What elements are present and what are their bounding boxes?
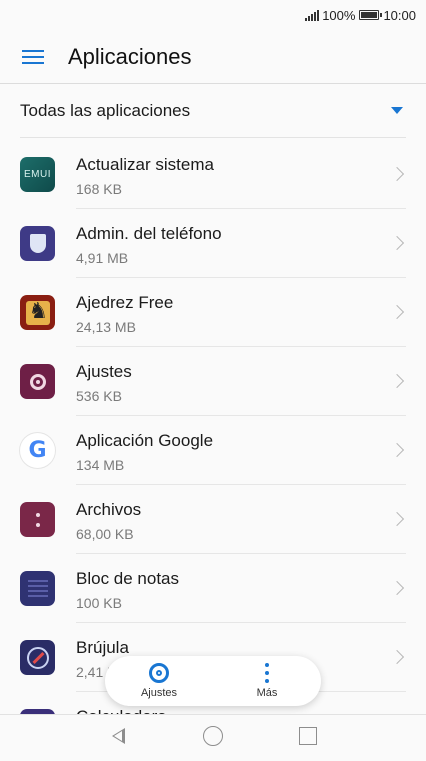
system-navigation-bar [0, 714, 426, 757]
filter-selected-label: Todas las aplicaciones [20, 100, 191, 120]
app-size: 100 KB [76, 595, 122, 611]
floating-action-menu: Ajustes Más [105, 656, 321, 706]
app-name: Admin. del teléfono [76, 224, 222, 243]
phone-manager-icon [20, 226, 55, 261]
battery-icon [359, 10, 383, 20]
app-size: 536 KB [76, 388, 122, 404]
app-size: 134 MB [76, 457, 125, 473]
app-row-ajedrez-free[interactable]: Ajedrez Free 24,13 MB [0, 278, 426, 347]
app-name: Aplicación Google [76, 431, 214, 450]
app-row-admin-telefono[interactable]: Admin. del teléfono 4,91 MB [0, 209, 426, 278]
dropdown-arrow-icon [391, 107, 403, 114]
battery-percent: 100% [322, 7, 356, 23]
app-row-ajustes[interactable]: Ajustes 536 KB [0, 347, 426, 416]
app-row-bloc-de-notas[interactable]: Bloc de notas 100 KB [0, 554, 426, 623]
recent-apps-icon[interactable] [299, 727, 317, 745]
chess-icon [20, 295, 55, 330]
app-name: Archivos [76, 500, 142, 519]
signal-icon [305, 9, 320, 21]
chevron-right-icon [389, 304, 405, 320]
back-icon[interactable] [112, 728, 125, 744]
gear-icon [149, 663, 169, 683]
home-icon[interactable] [203, 726, 223, 746]
chevron-right-icon [389, 442, 405, 458]
compass-icon [20, 640, 55, 675]
settings-gear-icon [20, 364, 55, 399]
app-toolbar: Aplicaciones [0, 30, 426, 84]
app-row-aplicacion-google[interactable]: G Aplicación Google 134 MB [0, 416, 426, 485]
app-name: Brújula [76, 638, 129, 657]
chevron-right-icon [389, 373, 405, 389]
app-size: 4,91 MB [76, 250, 129, 266]
app-size: 24,13 MB [76, 319, 136, 335]
more-button-label: Más [256, 687, 278, 699]
google-icon: G [20, 433, 55, 468]
settings-button[interactable]: Ajustes [119, 663, 199, 699]
app-size: 168 KB [76, 181, 122, 197]
app-name: Ajedrez Free [76, 293, 174, 312]
app-row-actualizar-sistema[interactable]: EMUI Actualizar sistema 168 KB [0, 140, 426, 209]
app-size: 68,00 KB [76, 526, 134, 542]
page-title: Aplicaciones [68, 43, 192, 69]
app-row-archivos[interactable]: Archivos 68,00 KB [0, 485, 426, 554]
more-button[interactable]: Más [227, 663, 307, 699]
app-name: Actualizar sistema [76, 155, 214, 174]
app-name: Bloc de notas [76, 569, 180, 588]
more-vertical-icon [265, 663, 269, 683]
clock: 10:00 [383, 7, 416, 23]
emui-icon: EMUI [20, 157, 55, 192]
chevron-right-icon [389, 235, 405, 251]
notepad-icon [20, 571, 55, 606]
status-bar: 100% 10:00 [0, 0, 426, 30]
files-icon [20, 502, 55, 537]
chevron-right-icon [389, 166, 405, 182]
app-filter-dropdown[interactable]: Todas las aplicaciones [20, 84, 406, 138]
app-name: Ajustes [76, 362, 132, 381]
settings-button-label: Ajustes [140, 687, 178, 699]
chevron-right-icon [389, 511, 405, 527]
chevron-right-icon [389, 580, 405, 596]
hamburger-menu-icon[interactable] [22, 46, 44, 68]
chevron-right-icon [389, 649, 405, 665]
